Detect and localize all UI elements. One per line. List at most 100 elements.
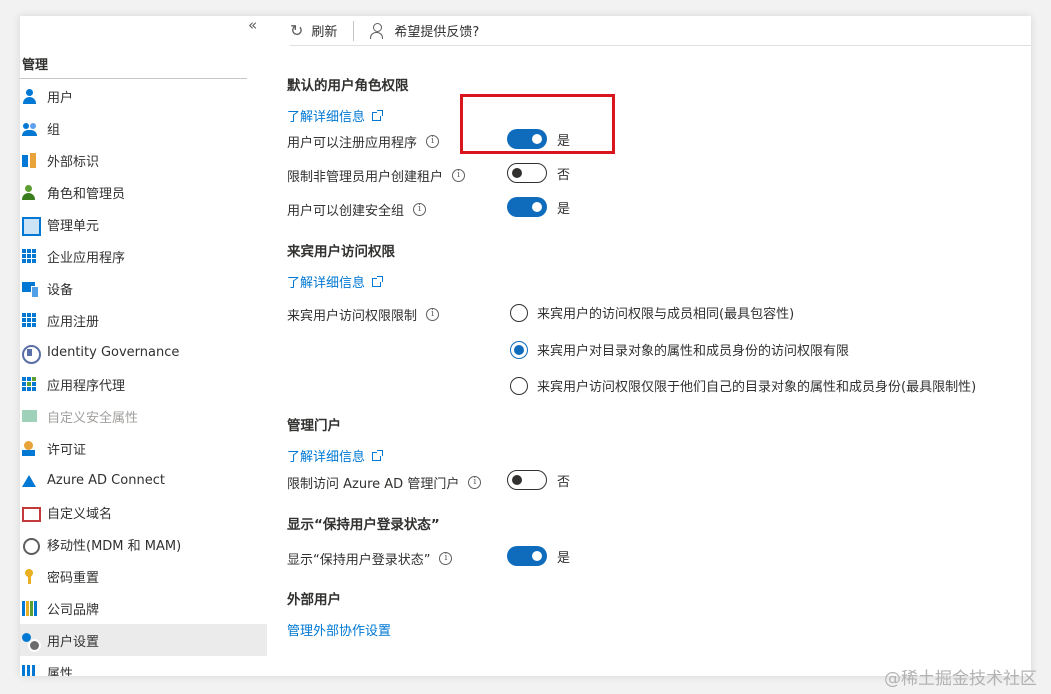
sidebar-item-groups[interactable]: 组 (20, 112, 268, 144)
devices-icon (22, 281, 39, 298)
sidebar-item-custom-security-attributes[interactable]: 自定义安全属性 (20, 400, 268, 432)
info-icon[interactable]: i (439, 552, 453, 565)
restrict-portal-toggle-group: 否 (507, 470, 570, 490)
mobility-icon (22, 537, 40, 555)
sidebar-item-custom-domain[interactable]: 自定义域名 (20, 496, 268, 528)
sidebar-item-user-settings[interactable]: 用户设置 (20, 624, 267, 656)
radio-button[interactable] (510, 303, 528, 322)
custom-domain-icon (22, 505, 41, 522)
azure-ad-connect-icon (22, 473, 37, 488)
admin-portal-heading: 管理门户 (287, 418, 341, 434)
default-role-heading: 默认的用户角色权限 (287, 78, 409, 94)
sidebar-item-licenses[interactable]: 许可证 (20, 432, 268, 464)
kmsi-state: 是 (557, 550, 571, 566)
sidebar-item-mobility[interactable]: 移动性(MDM 和 MAM) (20, 528, 268, 560)
toolbar-divider (353, 20, 355, 41)
portal-frame: « 管理 用户 组 外部标识 角色和管理员 管理单元 企业应用程序 设备 应用注… (20, 16, 1031, 676)
user-icon (22, 88, 37, 104)
app-registrations-icon (22, 312, 37, 328)
sidebar-item-devices[interactable]: 设备 (20, 272, 268, 304)
external-users-heading: 外部用户 (287, 592, 341, 608)
learn-more-text: 了解详细信息 (287, 110, 366, 125)
info-icon[interactable]: i (426, 135, 440, 148)
info-icon[interactable]: i (468, 476, 482, 489)
sidebar-item-azure-ad-connect[interactable]: Azure AD Connect (20, 464, 268, 496)
external-link-icon (372, 110, 384, 121)
collapse-sidebar-button[interactable]: « (248, 16, 257, 34)
restrict-tenant-toggle[interactable] (507, 163, 547, 183)
roles-icon (22, 184, 37, 200)
sidebar-item-admin-units[interactable]: 管理单元 (20, 208, 268, 240)
sidebar-item-properties[interactable]: 属性 (20, 656, 268, 676)
restrict-portal-row: 限制访问 Azure AD 管理门户 i (287, 473, 482, 492)
password-reset-icon (22, 568, 37, 584)
kmsi-label: 显示“保持用户登录状态” (287, 553, 431, 568)
sidebar-item-label: 许可证 (47, 442, 87, 458)
guest-access-restriction-row: 来宾用户访问权限限制 i (287, 305, 440, 324)
refresh-button[interactable]: ↻ 刷新 (290, 21, 337, 40)
app-proxy-icon (22, 376, 37, 392)
restrict-tenant-row: 限制非管理员用户创建租户 i (287, 166, 466, 185)
sidebar-item-label: 应用注册 (47, 314, 100, 330)
user-settings-icon (22, 632, 41, 652)
sidebar-item-label: 角色和管理员 (47, 186, 126, 202)
create-groups-toggle-group: 是 (507, 197, 570, 217)
guest-option-same-as-members[interactable]: 来宾用户的访问权限与成员相同(最具包容性) (510, 303, 794, 322)
sidebar-item-company-branding[interactable]: 公司品牌 (20, 592, 268, 624)
manage-external-collaboration-link[interactable]: 管理外部协作设置 (287, 620, 391, 639)
create-groups-toggle[interactable] (507, 197, 547, 217)
sidebar-item-identity-governance[interactable]: Identity Governance (20, 336, 268, 368)
info-icon[interactable]: i (426, 308, 440, 321)
info-icon[interactable]: i (452, 169, 466, 182)
external-link-icon (372, 276, 384, 287)
create-groups-label: 用户可以创建安全组 (287, 204, 405, 219)
sidebar-divider (20, 78, 247, 79)
sidebar-item-label: 应用程序代理 (47, 378, 126, 394)
sidebar-item-label: Azure AD Connect (47, 472, 165, 488)
kmsi-toggle[interactable] (507, 546, 547, 566)
restrict-portal-state: 否 (557, 474, 571, 490)
restrict-portal-toggle[interactable] (507, 470, 547, 490)
guest-access-heading: 来宾用户访问权限 (287, 244, 395, 260)
learn-more-text: 了解详细信息 (287, 450, 366, 465)
sidebar-item-app-registrations[interactable]: 应用注册 (20, 304, 268, 336)
identity-governance-icon (22, 344, 41, 364)
guest-access-restriction-label: 来宾用户访问权限限制 (287, 309, 418, 324)
feedback-button[interactable]: 希望提供反馈? (370, 21, 479, 40)
watermark-text: @稀土掘金技术社区 (884, 669, 1037, 689)
radio-button-selected[interactable] (510, 340, 528, 359)
restrict-tenant-toggle-group: 否 (507, 163, 570, 183)
company-branding-icon (22, 600, 37, 616)
kmsi-row: 显示“保持用户登录状态” i (287, 549, 453, 568)
guest-option-most-restrictive[interactable]: 来宾用户访问权限仅限于他们自己的目录对象的属性和成员身份(最具限制性) (510, 376, 976, 395)
guest-option-label: 来宾用户访问权限仅限于他们自己的目录对象的属性和成员身份(最具限制性) (537, 380, 977, 395)
radio-button[interactable] (510, 376, 528, 395)
guest-access-learn-more-link[interactable]: 了解详细信息 (287, 272, 384, 291)
external-link-icon (372, 450, 384, 461)
info-icon[interactable]: i (413, 203, 427, 216)
default-role-learn-more-link[interactable]: 了解详细信息 (287, 106, 384, 125)
sidebar-item-label: 公司品牌 (47, 602, 100, 618)
feedback-label: 希望提供反馈? (394, 25, 480, 40)
sidebar-item-app-proxy[interactable]: 应用程序代理 (20, 368, 268, 400)
kmsi-toggle-group: 是 (507, 546, 570, 566)
sidebar-item-enterprise-apps[interactable]: 企业应用程序 (20, 240, 268, 272)
restrict-tenant-label: 限制非管理员用户创建租户 (287, 170, 444, 185)
sidebar-item-roles[interactable]: 角色和管理员 (20, 176, 268, 208)
group-icon (22, 121, 37, 136)
admin-portal-learn-more-link[interactable]: 了解详细信息 (287, 446, 384, 465)
sidebar-item-label: 移动性(MDM 和 MAM) (47, 538, 182, 554)
sidebar-item-password-reset[interactable]: 密码重置 (20, 560, 268, 592)
sidebar-item-users[interactable]: 用户 (20, 80, 268, 112)
refresh-label: 刷新 (311, 25, 338, 40)
sidebar-item-external-identities[interactable]: 外部标识 (20, 144, 268, 176)
learn-more-text: 了解详细信息 (287, 276, 366, 291)
sidebar-item-label: 用户 (47, 90, 74, 106)
sidebar-item-label: 属性 (47, 666, 74, 677)
guest-option-limited[interactable]: 来宾用户对目录对象的属性和成员身份的访问权限有限 (510, 340, 849, 359)
kmsi-heading: 显示“保持用户登录状态” (287, 517, 440, 533)
sidebar-item-label: 管理单元 (47, 218, 100, 234)
restrict-tenant-state: 否 (557, 167, 571, 183)
admin-units-icon (22, 216, 41, 236)
sidebar-item-label: 自定义域名 (47, 506, 113, 522)
